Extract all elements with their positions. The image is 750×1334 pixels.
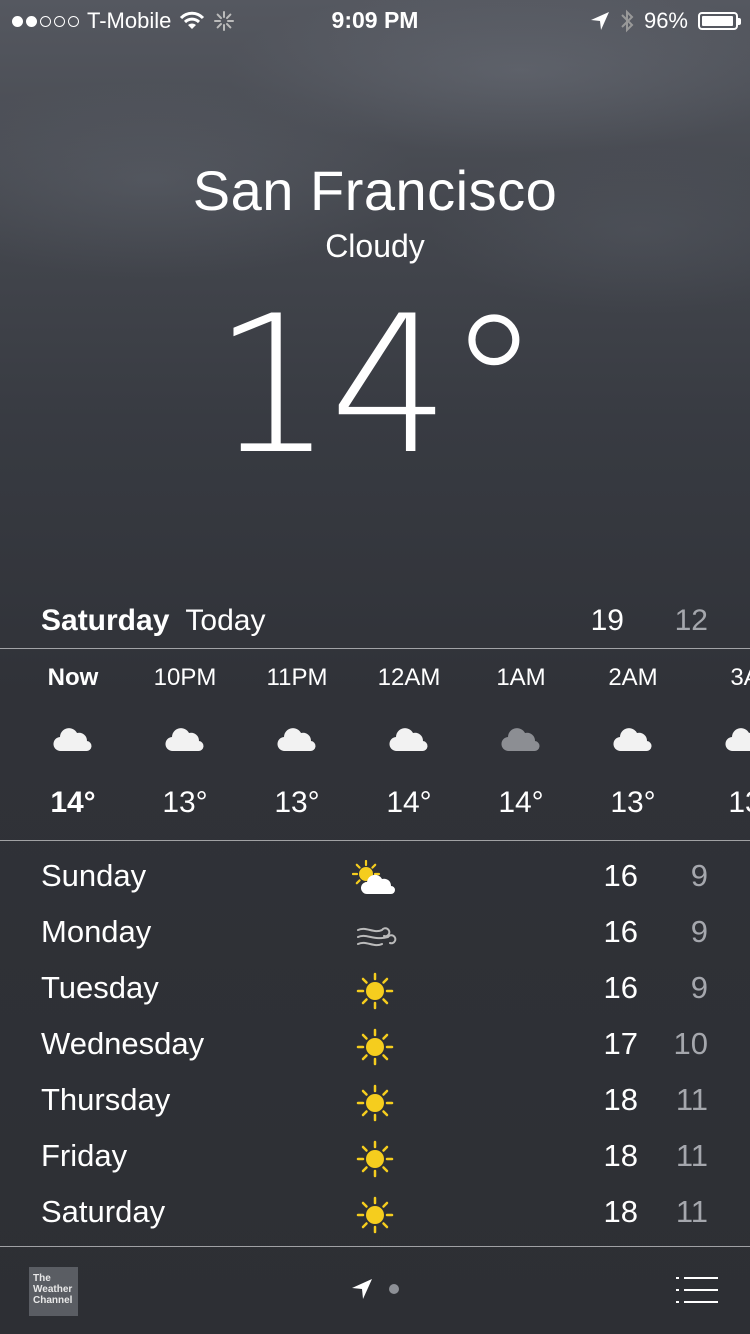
footer-toolbar: The Weather Channel [0,1247,750,1334]
list-icon[interactable] [676,1275,718,1305]
today-summary: Saturday Today 19 12 [41,600,708,642]
dark-cloud-icon [501,725,541,755]
daily-low: 10 [673,1026,708,1061]
cloud-icon [53,725,93,755]
daily-day: Tuesday [41,970,159,1005]
divider [0,840,750,841]
daily-day: Saturday [41,1194,166,1229]
daily-high: 16 [603,970,638,1005]
daily-low: 11 [675,1082,708,1117]
daily-day: Sunday [41,858,147,893]
sun-icon [352,1196,398,1234]
daily-low: 11 [675,1138,708,1173]
sun-icon [352,1084,398,1122]
daily-row: Saturday 18 11 [0,1184,750,1240]
cloud-icon [277,725,317,755]
status-right: 96% [590,8,741,34]
daily-high: 16 [603,914,638,949]
hourly-time: 1AM [496,664,546,691]
hourly-temp: 14° [50,786,96,819]
daily-high: 18 [603,1082,638,1117]
daily-row: Wednesday 17 10 [0,1016,750,1072]
current-temperature: 14° [212,275,542,496]
hourly-time: 2AM [608,664,658,691]
hourly-time: 11PM [266,664,328,691]
daily-row: Thursday 18 11 [0,1072,750,1128]
today-day: Saturday [41,604,170,637]
daily-day: Thursday [41,1082,171,1117]
daily-low: 11 [675,1194,708,1229]
daily-row: Friday 18 11 [0,1128,750,1184]
weather-channel-logo[interactable]: The Weather Channel [29,1267,78,1316]
bluetooth-icon [621,9,634,33]
hourly-temp: 13° [610,786,656,819]
hourly-time: Now [47,664,99,691]
hourly-time: 12AM [377,664,441,691]
hourly-temp: 14° [386,786,432,819]
status-bar: T-Mobile 9:09 PM 96% [0,0,750,40]
daily-high: 17 [603,1026,638,1061]
cloud-icon [725,725,750,755]
daily-high: 18 [603,1138,638,1173]
cloud-icon [389,725,429,755]
daily-day: Wednesday [41,1026,205,1061]
battery-percent: 96% [643,8,688,33]
wind-icon [352,916,398,954]
daily-row: Monday 16 9 [0,904,750,960]
cloud-icon [165,725,205,755]
daily-row: Tuesday 16 9 [0,960,750,1016]
daily-row: Sunday 16 9 [0,848,750,904]
hourly-temp: 13 [728,786,750,819]
current-location-icon[interactable] [350,1277,374,1301]
sun-icon [352,972,398,1010]
hourly-temp: 14° [498,786,544,819]
divider [0,648,750,649]
daily-day: Monday [41,914,152,949]
daily-low: 9 [690,858,708,893]
location-arrow-icon [590,12,609,30]
today-label: Today [185,604,266,637]
hourly-temp: 13° [274,786,320,819]
hourly-time: 3A [730,664,750,691]
sun-icon [352,1028,398,1066]
daily-high: 18 [603,1194,638,1229]
hourly-temp: 13° [162,786,208,819]
current-condition: Cloudy [325,228,425,264]
city-name: San Francisco [192,159,558,222]
today-high: 19 [590,604,624,637]
cloud-icon [613,725,653,755]
hourly-time: 10PM [153,664,217,691]
daily-day: Friday [41,1138,128,1173]
page-indicator-dot[interactable] [389,1284,399,1294]
today-low: 12 [674,604,708,637]
hourly-forecast[interactable]: Now 14° 10PM 13° 11PM 13° 12AM 14° 1AM 14° 2AM 13° 3… [0,650,750,840]
daily-low: 9 [690,970,708,1005]
partly-cloudy-icon [351,859,398,898]
sun-icon [352,1140,398,1178]
daily-high: 16 [603,858,638,893]
daily-low: 9 [690,914,708,949]
battery-icon [698,12,741,30]
